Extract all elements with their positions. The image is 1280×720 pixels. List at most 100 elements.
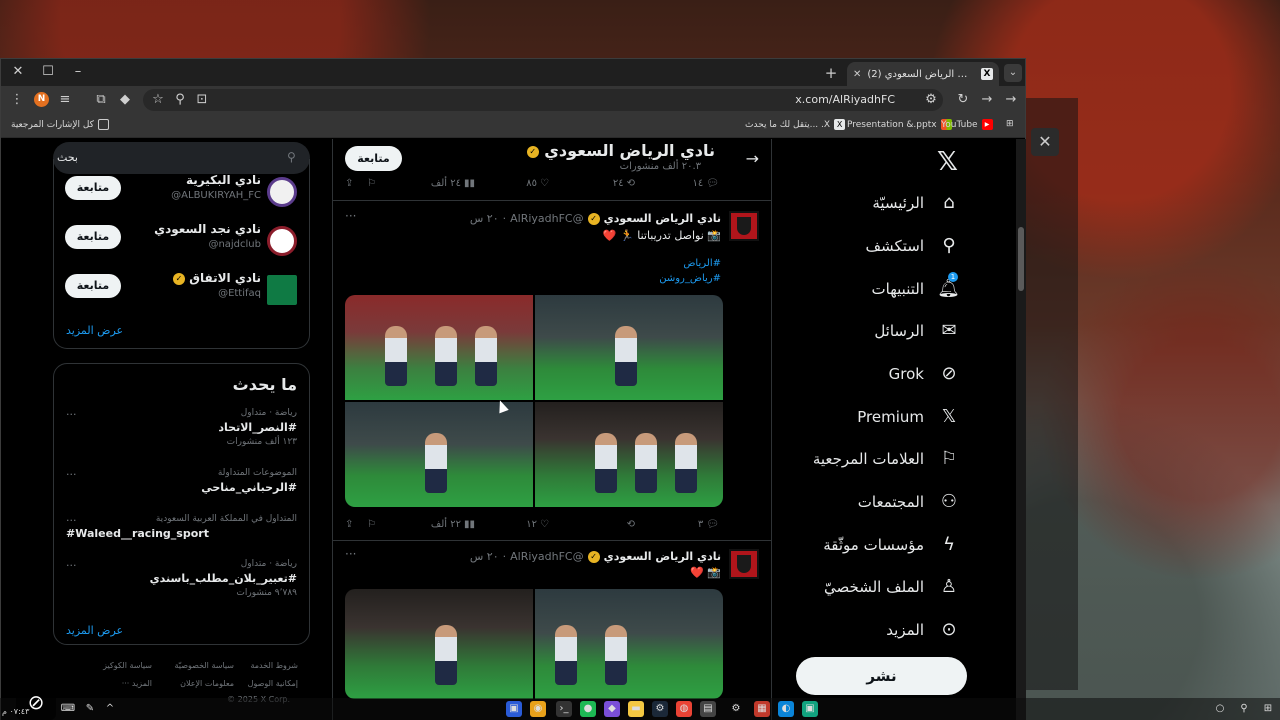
install-app-icon[interactable]: ⊡ [192,90,212,110]
nav-explore[interactable]: ⚲ استكشف [866,235,960,257]
repost-action[interactable]: ⟲ ٢٤ [613,178,635,189]
media-photo[interactable] [345,295,533,400]
account-name[interactable]: نادي الاتفاق ✓ [173,271,261,285]
bookmark-presentation[interactable]: Presentation &.pptx [847,119,952,130]
views-action[interactable]: ▮▮ ٢٤ ألف [431,178,475,189]
footer-link[interactable]: معلومات الإعلان [180,679,234,688]
trend-item[interactable]: الموضوعات المتداولة #الرحباني_مناحي ··· [54,468,309,508]
taskbar-app-icon[interactable]: ◆ [604,701,620,717]
site-settings-icon[interactable]: ⚙ [921,90,941,110]
avatar[interactable] [267,177,297,207]
tweet-media-grid[interactable] [345,295,723,507]
account-name[interactable]: نادي البكيرية [186,173,261,187]
more-icon[interactable]: ··· [66,468,77,481]
tweet-time[interactable]: ٢٠ س [470,212,499,225]
apps-grid-icon[interactable]: ⊞ [1006,119,1014,129]
footer-link[interactable]: شروط الخدمة [250,661,298,670]
avatar[interactable] [729,549,759,579]
minimize-icon[interactable]: – [63,62,93,82]
footer-link[interactable]: سياسة الخصوصيّة [175,661,234,670]
more-icon[interactable]: ··· [345,547,356,561]
reply-action[interactable]: 💬︎ ١٤ [693,178,719,189]
media-photo[interactable] [345,402,533,507]
taskbar-app-icon[interactable]: ◍ [676,701,692,717]
tweet-author[interactable]: نادي الرياض السعودي [604,550,721,563]
post-button[interactable]: نشر [796,657,967,695]
tweet-handle[interactable]: @AlRiyadhFC [510,212,584,225]
tweet-media-grid[interactable] [345,589,723,699]
bookmarks-folder[interactable]: كل الإشارات المرجعية [11,119,109,130]
nav-communities[interactable]: ⚇ المجتمعات [858,491,960,513]
hashtag-link[interactable]: #رياض_روشن [659,273,721,284]
media-photo[interactable] [345,589,533,699]
back-arrow-icon[interactable]: → [746,149,759,168]
scroll-thumb[interactable] [1018,227,1024,291]
address-bar[interactable]: ☆ ⚲ ⊡ x.com/AlRiyadhFC ⚙ [143,89,943,111]
repost-action[interactable]: ⟲ [624,519,635,530]
star-icon[interactable]: ☆ [148,90,168,110]
follow-button[interactable]: متابعة [65,274,121,298]
tweet-handle[interactable]: @AlRiyadhFC [510,550,584,563]
taskbar-app-icon[interactable]: ▣ [506,701,522,717]
profile-avatar[interactable]: N [34,92,49,107]
follow-button[interactable]: متابعة [65,176,121,200]
maximize-icon[interactable]: ☐ [33,62,63,82]
footer-link[interactable]: المزيد ··· [122,679,152,688]
share-action[interactable]: ⇪ [345,519,353,530]
folder-icon[interactable]: ▬ [628,701,644,717]
who-to-follow-item[interactable]: نادي الاتفاق ✓ @Ettifaq متابعة [54,271,309,315]
zoom-icon[interactable]: ⚲ [170,90,190,110]
menu-icon[interactable]: ⋮ [7,90,27,110]
tweet[interactable]: نادي الرياض السعودي ✓ @AlRiyadhFC · ٢٠ س… [333,201,771,541]
like-action[interactable]: ♡ ٨٥ [526,178,549,189]
media-photo[interactable] [535,295,723,400]
close-icon[interactable]: ✕ [1031,128,1059,156]
reply-action[interactable]: 💬︎ ٣ [698,519,719,530]
reload-icon[interactable]: ↻ [953,90,973,110]
extension-diamond-icon[interactable]: ◆ [115,90,135,110]
search-icon[interactable]: ⚲ [1236,701,1252,717]
bookmark-youtube[interactable]: YouTube ▶ [941,119,993,130]
more-icon[interactable]: ··· [345,209,356,223]
footer-link[interactable]: إمكانية الوصول [248,679,298,688]
trend-item[interactable]: رياضة · متداول #النصر_الاتحاد ١٢٣ ألف من… [54,408,309,448]
scrollbar[interactable] [1016,139,1026,720]
hashtag-link[interactable]: #الرياض [683,258,721,269]
circle-icon[interactable]: ○ [1212,701,1228,717]
follow-button[interactable]: متابعة [345,146,402,171]
x-logo-icon[interactable]: 𝕏 [937,147,958,177]
windows-start-icon[interactable]: ⊞ [1260,701,1276,717]
avatar[interactable] [267,275,297,305]
chrome-icon[interactable]: ◉ [530,701,546,717]
nav-profile[interactable]: ♙ الملف الشخصيّ [824,576,960,598]
tab-close-icon[interactable]: ✕ [853,69,861,80]
more-icon[interactable]: ··· [66,559,77,572]
tweet-author[interactable]: نادي الرياض السعودي [604,212,721,225]
media-photo[interactable] [535,589,723,699]
nav-home[interactable]: ⌂ الرئيسيّة [872,192,960,214]
taskbar-app-icon[interactable]: ▦ [754,701,770,717]
settings-icon[interactable]: ⚙ [728,701,744,717]
pen-icon[interactable]: ✎ [82,701,98,717]
nav-bookmarks[interactable]: ⚐ العلامات المرجعية [813,448,960,470]
more-icon[interactable]: ··· [66,408,77,421]
tab-active[interactable]: ✕ (2) نادي الرياض السعودي (@AlRiyadhFC X [847,62,999,86]
like-action[interactable]: ♡ ١٢ [526,519,549,530]
show-more-link[interactable]: عرض المزيد [66,324,123,337]
terminal-icon[interactable]: ›_ [556,701,572,717]
taskbar-app-icon[interactable]: ▣ [802,701,818,717]
edge-icon[interactable]: ◐ [778,701,794,717]
bookmark-x[interactable]: يتقل لك ما يحدث... .X X [745,119,846,130]
nav-notifications[interactable]: 🔔︎ 1 التنبيهات [872,272,960,300]
nav-grok[interactable]: ⊘ Grok [889,363,960,385]
new-tab-button[interactable]: + [821,63,841,83]
spotify-icon[interactable]: ● [580,701,596,717]
trend-item[interactable]: رياضة · متداول #تعبير_بلان_مطلب_باسندي ٩… [54,559,309,599]
share-action[interactable]: ⇪ [345,178,353,189]
back-icon[interactable]: → [1001,90,1021,110]
avatar[interactable] [267,226,297,256]
bookmark-action[interactable]: ⚐ [367,178,376,189]
keyboard-icon[interactable]: ⌨ [60,701,76,717]
bookmark-action[interactable]: ⚐ [367,519,376,530]
steam-icon[interactable]: ⚙ [652,701,668,717]
